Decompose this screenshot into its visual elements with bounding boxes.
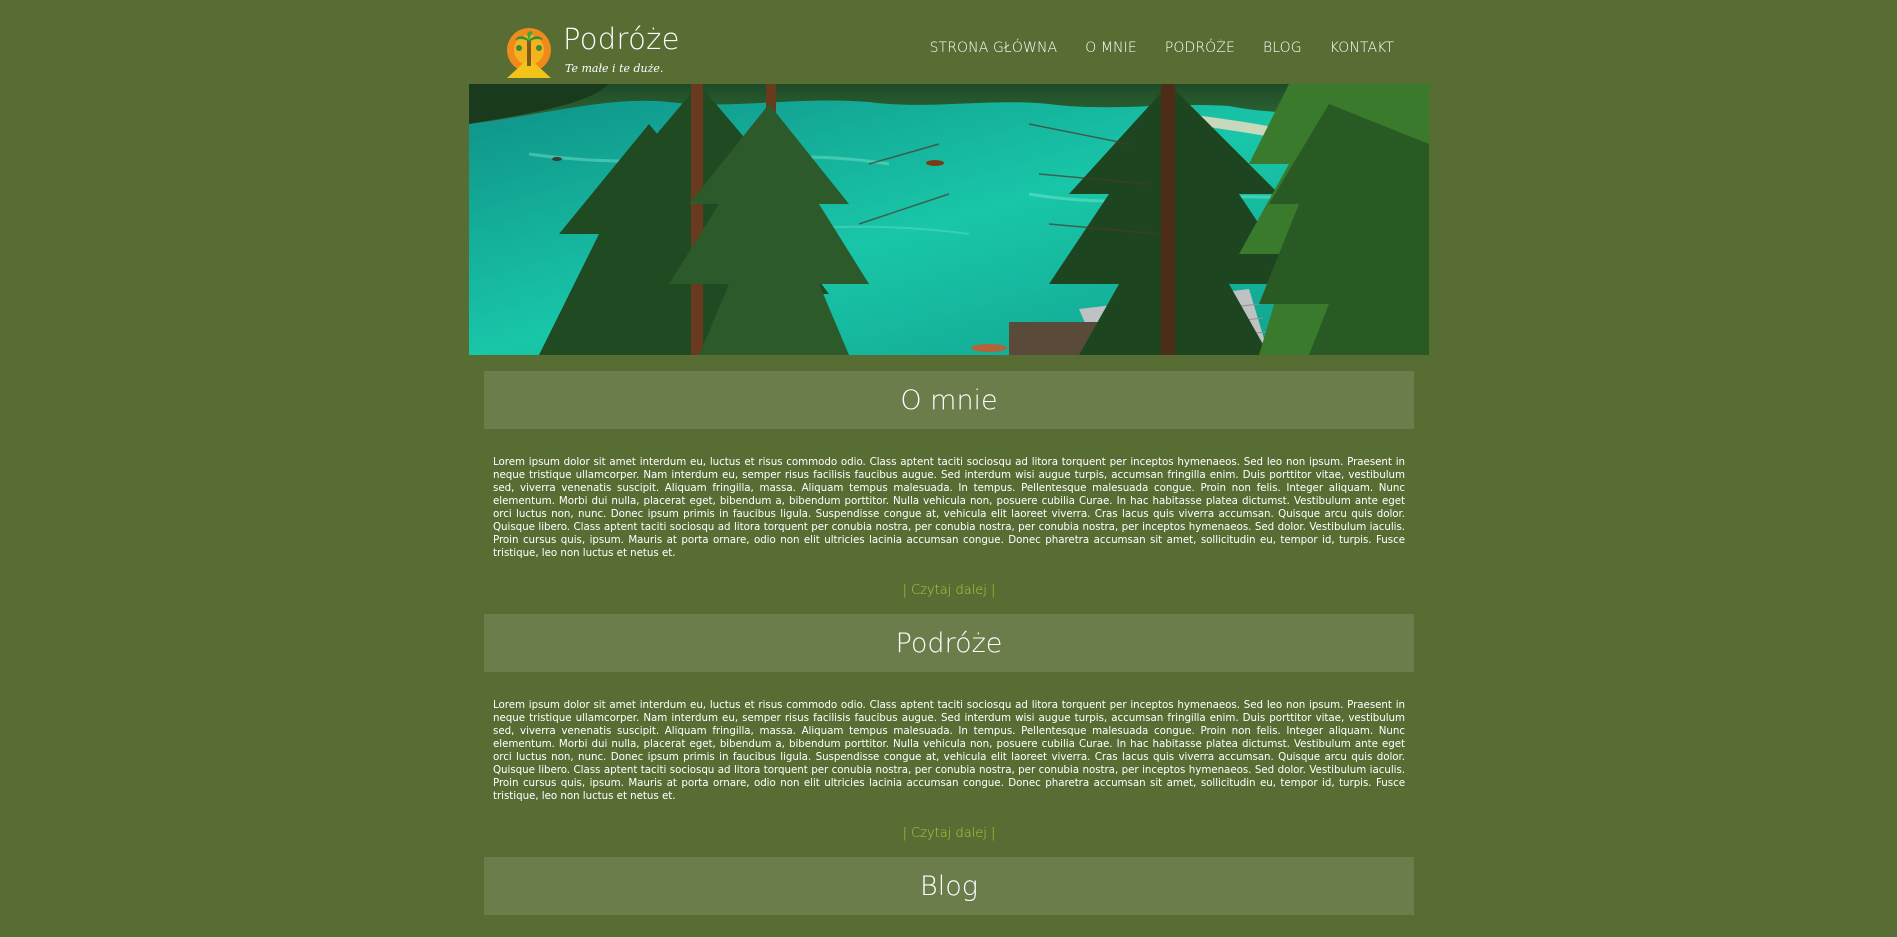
section-title-travels: Podróże: [895, 627, 1003, 659]
page: Podróże Te małe i te duże. STRONA GŁÓWNA…: [469, 0, 1429, 915]
brand-title[interactable]: Podróże: [563, 22, 680, 56]
nav-item-travels[interactable]: PODRÓŻE: [1165, 40, 1235, 56]
nav-item-about[interactable]: O MNIE: [1085, 40, 1137, 56]
hero-image: [469, 84, 1429, 355]
section-title-blog: Blog: [920, 870, 978, 902]
section-text-travels: Lorem ipsum dolor sit amet interdum eu, …: [493, 699, 1405, 802]
read-more-link-travels[interactable]: | Czytaj dalej |: [469, 826, 1429, 841]
logo-icon[interactable]: [503, 26, 555, 78]
section-title-about: O mnie: [900, 384, 998, 416]
section-header-travels: Podróże: [484, 614, 1414, 672]
nav-item-contact[interactable]: KONTAKT: [1330, 40, 1394, 56]
section-text-about: Lorem ipsum dolor sit amet interdum eu, …: [493, 456, 1405, 559]
section-header-about: O mnie: [484, 371, 1414, 429]
site-header: Podróże Te małe i te duże. STRONA GŁÓWNA…: [469, 0, 1429, 84]
read-more-link-about[interactable]: | Czytaj dalej |: [469, 583, 1429, 598]
brand-tagline: Te małe i te duże.: [565, 62, 664, 75]
nav-item-blog[interactable]: BLOG: [1263, 40, 1302, 56]
nav-item-home[interactable]: STRONA GŁÓWNA: [930, 40, 1058, 56]
section-header-blog: Blog: [484, 857, 1414, 915]
main-nav: STRONA GŁÓWNA O MNIE PODRÓŻE BLOG KONTAK…: [930, 40, 1394, 56]
